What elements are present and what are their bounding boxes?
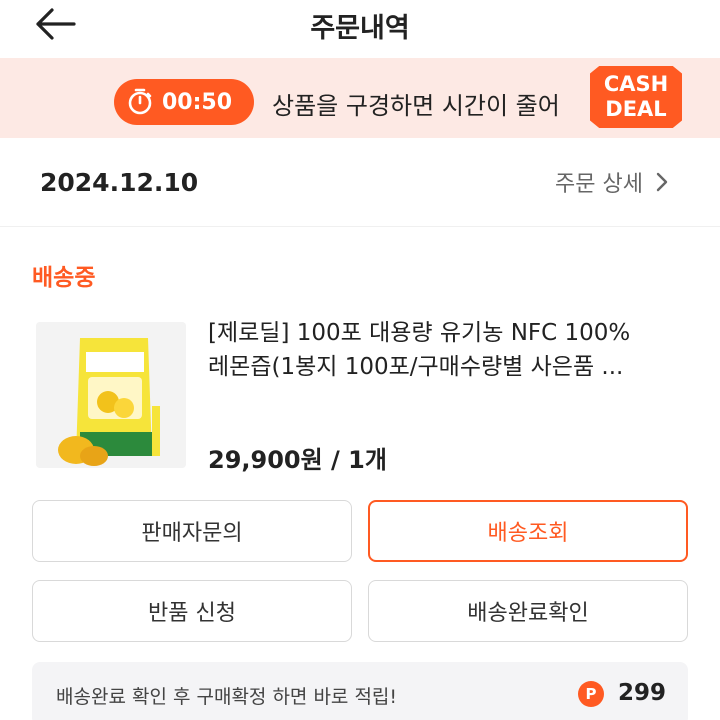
reward-info-bar: 배송완료 확인 후 구매확정 하면 바로 적립! P 299 (32, 662, 688, 720)
lemon-juice-pouch-image (36, 322, 186, 468)
cash-deal-banner[interactable]: 00:50 상품을 구경하면 시간이 줄어 CASH DEAL (0, 58, 720, 138)
banner-message: 상품을 구경하면 시간이 줄어 (272, 92, 560, 120)
order-date: 2024.12.10 (40, 168, 199, 197)
stopwatch-icon (128, 88, 152, 115)
track-delivery-button[interactable]: 배송조회 (368, 500, 688, 562)
product-thumbnail[interactable] (36, 322, 186, 468)
product-name-line1: [제로딜] 100포 대용량 유기농 NFC 100% (208, 320, 631, 346)
reward-points: 299 (618, 680, 667, 706)
header-bar: 주문내역 (0, 0, 720, 56)
cash-deal-badge-line1: CASH (603, 72, 669, 96)
cash-deal-badge-line2: DEAL (605, 97, 667, 121)
product-price: 29,900원 / 1개 (208, 446, 387, 474)
product-name-line2: 레몬즙(1봉지 100포/구매수량별 사은품 ... (208, 354, 624, 380)
product-name[interactable]: [제로딜] 100포 대용량 유기농 NFC 100% 레몬즙(1봉지 100포… (208, 316, 688, 384)
seller-inquiry-button[interactable]: 판매자문의 (32, 500, 352, 562)
order-detail-link[interactable]: 주문 상세 (555, 166, 669, 198)
cash-deal-badge: CASH DEAL (590, 66, 682, 128)
timer-pill: 00:50 (114, 79, 254, 125)
page-title: 주문내역 (310, 13, 410, 44)
point-icon: P (578, 681, 604, 707)
section-divider (0, 226, 720, 227)
confirm-delivery-button[interactable]: 배송완료확인 (368, 580, 688, 642)
order-date-row: 2024.12.10 주문 상세 (0, 150, 720, 220)
reward-message: 배송완료 확인 후 구매확정 하면 바로 적립! (56, 686, 398, 708)
return-request-button[interactable]: 반품 신청 (32, 580, 352, 642)
shipping-status: 배송중 (32, 265, 96, 291)
order-detail-label: 주문 상세 (555, 172, 643, 197)
timer-text: 00:50 (162, 89, 233, 115)
chevron-right-icon (656, 172, 668, 192)
